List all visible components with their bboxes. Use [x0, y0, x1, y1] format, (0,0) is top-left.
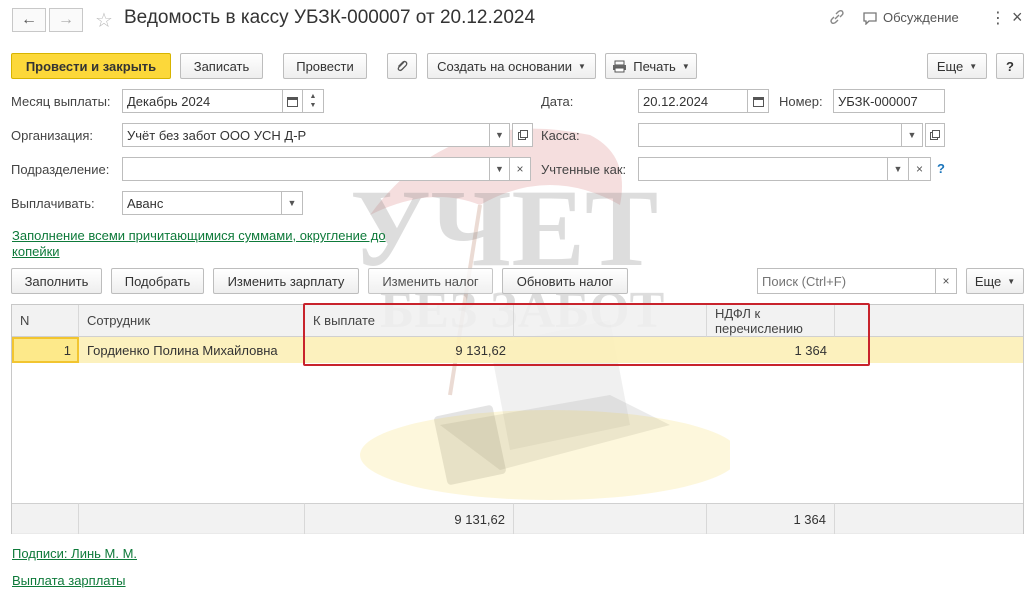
dropdown-arrow-icon: ▼: [681, 61, 690, 71]
print-label: Печать: [633, 58, 676, 74]
search-clear-button[interactable]: ×: [936, 268, 957, 294]
change-salary-button[interactable]: Изменить зарплату: [213, 268, 359, 294]
discussion-button[interactable]: Обсуждение: [862, 10, 959, 25]
counted-as-label: Учтенные как:: [541, 162, 627, 177]
pay-type-input[interactable]: Аванс: [122, 191, 282, 215]
date-calendar-button[interactable]: [748, 89, 769, 113]
forward-button[interactable]: →: [49, 8, 83, 32]
employee-cell[interactable]: Гордиенко Полина Михайловна: [87, 337, 305, 363]
paperclip-icon: [397, 60, 408, 72]
create-based-on-label: Создать на основании: [437, 58, 572, 74]
cash-open-button[interactable]: [925, 123, 945, 147]
organization-input[interactable]: Учёт без забот ООО УСН Д-Р: [122, 123, 490, 147]
post-and-close-button[interactable]: Провести и закрыть: [11, 53, 171, 79]
table-more-button[interactable]: Еще ▼: [966, 268, 1024, 294]
open-form-icon: [517, 130, 528, 140]
pick-button[interactable]: Подобрать: [111, 268, 204, 294]
print-button[interactable]: Печать ▼: [605, 53, 697, 79]
column-header-filler: [835, 305, 1023, 337]
update-tax-button[interactable]: Обновить налог: [502, 268, 628, 294]
help-button[interactable]: ?: [996, 53, 1024, 79]
footer-cell-employee: [79, 503, 305, 534]
table-row[interactable]: 1 Гордиенко Полина Михайловна 9 131,62 1…: [12, 337, 1023, 363]
arrow-right-icon: →: [58, 11, 74, 28]
cash-input[interactable]: [638, 123, 902, 147]
cash-dropdown[interactable]: ▼: [902, 123, 923, 147]
calendar-icon: [752, 96, 764, 107]
attachment-button[interactable]: [387, 53, 417, 79]
department-dropdown[interactable]: ▼: [490, 157, 510, 181]
column-header-empty[interactable]: [514, 305, 707, 337]
back-button[interactable]: ←: [12, 8, 46, 32]
column-header-ndfl[interactable]: НДФЛ к перечислению: [707, 305, 835, 337]
column-header-employee[interactable]: Сотрудник: [79, 305, 305, 337]
payroll-table[interactable]: N Сотрудник К выплате НДФЛ к перечислени…: [11, 304, 1024, 534]
discussion-label: Обсуждение: [883, 10, 959, 25]
change-tax-button[interactable]: Изменить налог: [368, 268, 493, 294]
column-header-n[interactable]: N: [12, 305, 79, 337]
number-input[interactable]: УБЗК-000007: [833, 89, 945, 113]
search-input[interactable]: [757, 268, 936, 294]
post-button[interactable]: Провести: [283, 53, 367, 79]
counted-as-dropdown[interactable]: ▼: [888, 157, 909, 181]
more-menu-icon[interactable]: ⋮: [990, 8, 1006, 28]
fill-button[interactable]: Заполнить: [11, 268, 102, 294]
dropdown-arrow-icon: ▼: [1007, 276, 1016, 286]
ndfl-cell[interactable]: 1 364: [707, 337, 835, 363]
fill-settings-link[interactable]: Заполнение всеми причитающимися суммами,…: [12, 228, 412, 260]
arrow-left-icon: ←: [21, 11, 37, 28]
department-label: Подразделение:: [11, 162, 110, 177]
chat-icon: [863, 11, 877, 25]
favorite-star-icon[interactable]: ☆: [95, 8, 113, 33]
counted-as-input[interactable]: [638, 157, 888, 181]
department-clear-button[interactable]: ×: [510, 157, 531, 181]
footer-cell-empty: [514, 503, 707, 534]
pay-type-dropdown[interactable]: ▼: [282, 191, 303, 215]
stepper-down-icon: ▼: [309, 102, 317, 109]
pay-cell[interactable]: 9 131,62: [305, 337, 514, 363]
total-pay: 9 131,62: [305, 503, 514, 534]
pay-type-label: Выплачивать:: [11, 196, 95, 211]
save-button[interactable]: Записать: [180, 53, 263, 79]
department-input[interactable]: [122, 157, 490, 181]
close-icon[interactable]: ×: [1012, 7, 1023, 28]
number-label: Номер:: [779, 94, 823, 109]
link-icon: [830, 9, 844, 25]
row-number: 1: [63, 342, 71, 358]
month-stepper[interactable]: ▲ ▼: [303, 89, 324, 113]
organization-dropdown[interactable]: ▼: [490, 123, 510, 147]
printer-icon: [613, 60, 627, 72]
help-icon[interactable]: ?: [937, 161, 945, 176]
payout-link[interactable]: Выплата зарплаты: [12, 573, 126, 588]
row-number-cell[interactable]: 1: [12, 337, 79, 363]
counted-as-clear-button[interactable]: ×: [909, 157, 931, 181]
month-input[interactable]: Декабрь 2024: [122, 89, 283, 113]
date-input[interactable]: 20.12.2024: [638, 89, 748, 113]
month-label: Месяц выплаты:: [11, 94, 111, 109]
organization-label: Организация:: [11, 128, 94, 143]
footer-cell-n: [12, 503, 79, 534]
cash-label: Касса:: [541, 128, 580, 143]
table-more-label: Еще: [974, 273, 1002, 289]
column-header-pay[interactable]: К выплате: [305, 305, 514, 337]
create-based-on-button[interactable]: Создать на основании ▼: [427, 53, 596, 79]
link-button[interactable]: [829, 9, 845, 25]
calendar-icon: [287, 96, 298, 107]
page-title: Ведомость в кассу УБЗК-000007 от 20.12.2…: [124, 7, 536, 28]
more-button[interactable]: Еще ▼: [927, 53, 987, 79]
date-label: Дата:: [541, 94, 574, 109]
total-ndfl: 1 364: [707, 503, 835, 534]
open-form-icon: [930, 130, 940, 140]
footer-cell-filler: [835, 503, 1023, 534]
dropdown-arrow-icon: ▼: [969, 61, 978, 71]
calendar-button[interactable]: [283, 89, 303, 113]
more-label: Еще: [936, 58, 964, 74]
signatures-link[interactable]: Подписи: Линь М. М.: [12, 546, 137, 561]
dropdown-arrow-icon: ▼: [577, 61, 586, 71]
stepper-up-icon: ▲: [309, 93, 317, 100]
organization-open-button[interactable]: [512, 123, 533, 147]
